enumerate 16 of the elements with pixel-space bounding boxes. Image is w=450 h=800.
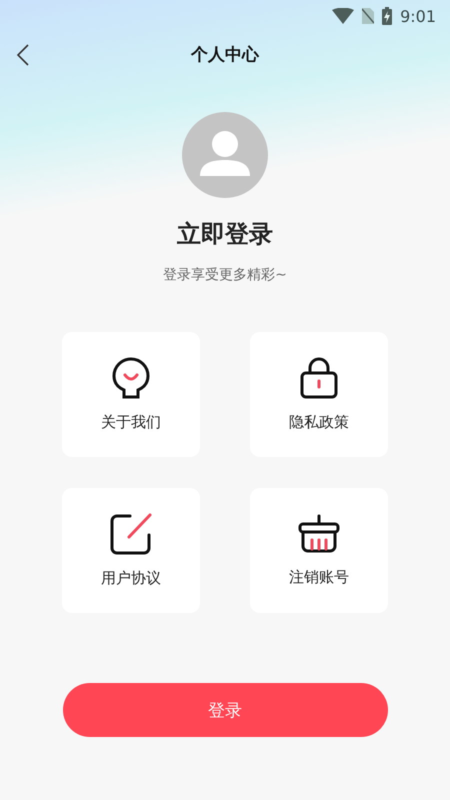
login-subtitle: 登录享受更多精彩~: [163, 266, 287, 284]
wifi-icon: [332, 8, 354, 24]
menu-card[interactable]: 关于我们: [62, 332, 200, 457]
padlock-icon: [300, 357, 338, 399]
menu-card[interactable]: 注销账号: [250, 488, 388, 613]
menu-card[interactable]: 隐私政策: [250, 332, 388, 457]
lightbulb-icon: [111, 357, 151, 399]
basket-icon: [298, 514, 340, 554]
menu-card[interactable]: 用户协议: [62, 488, 200, 613]
login-prompt[interactable]: 立即登录: [177, 218, 273, 250]
page-title: 个人中心: [191, 44, 259, 66]
battery-charging-icon: [382, 7, 392, 25]
back-icon[interactable]: [16, 44, 30, 66]
edit-icon: [110, 513, 152, 555]
no-sim-icon: [362, 8, 374, 24]
status-time: 9:01: [400, 6, 436, 26]
